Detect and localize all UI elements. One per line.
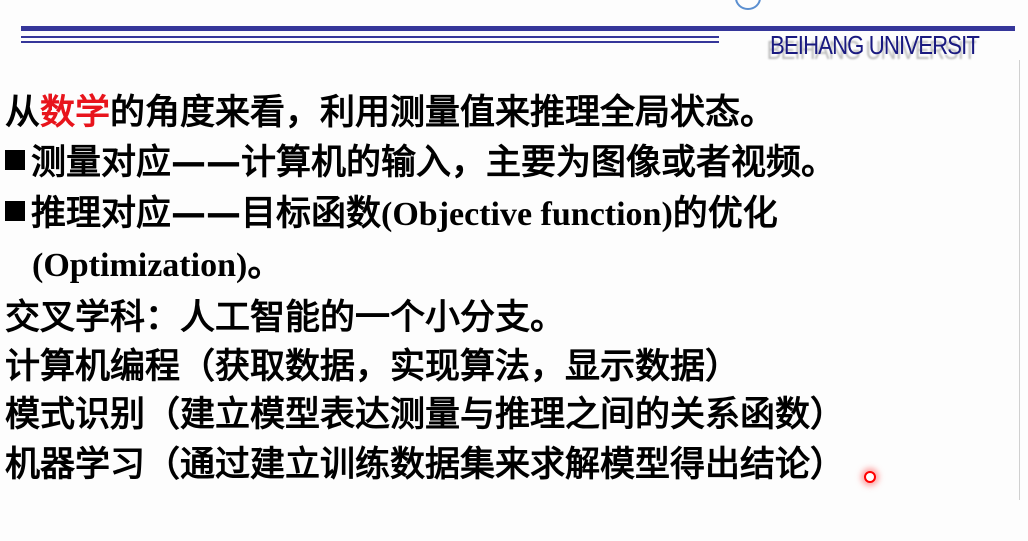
latin-text: (Optimization) [32, 247, 248, 284]
text: 。 [247, 245, 283, 285]
text: 从 [5, 93, 41, 133]
slide-line: 从数学的角度来看，利用测量值来推理全局状态。 [5, 93, 775, 133]
text: 测量对应——计算机的输入，主要为图像或者视频。 [31, 143, 837, 183]
slide-line: 计算机编程（获取数据，实现算法，显示数据） [5, 347, 741, 387]
university-logo [735, 0, 761, 10]
text: 推理对应——目标函数 [31, 194, 382, 234]
square-bullet-icon [5, 150, 25, 170]
highlight-text: 数学 [40, 93, 111, 133]
square-bullet-icon [5, 201, 25, 221]
slide-line: 机器学习（通过建立训练数据集来求解模型得出结论） [5, 445, 846, 485]
text: 的优化 [672, 194, 778, 234]
text: 的角度来看，利用测量值来推理全局状态。 [110, 93, 776, 133]
slide-line: 推理对应——目标函数(Objective function)的优化 [5, 194, 778, 235]
slide-edge [1019, 60, 1020, 500]
latin-text: (Objective function) [381, 196, 673, 233]
slide-line: (Optimization)。 [32, 245, 282, 286]
header-rule-thin [21, 41, 719, 43]
slide-line: 测量对应——计算机的输入，主要为图像或者视频。 [5, 143, 836, 183]
slide-line: 模式识别（建立模型表达测量与推理之间的关系函数） [5, 395, 846, 435]
slide-line: 交叉学科：人工智能的一个小分支。 [5, 298, 566, 338]
university-brand: BEIHANG UNIVERSIT [770, 30, 980, 60]
header-rule-thin [21, 36, 719, 38]
laser-pointer-icon [864, 471, 876, 483]
